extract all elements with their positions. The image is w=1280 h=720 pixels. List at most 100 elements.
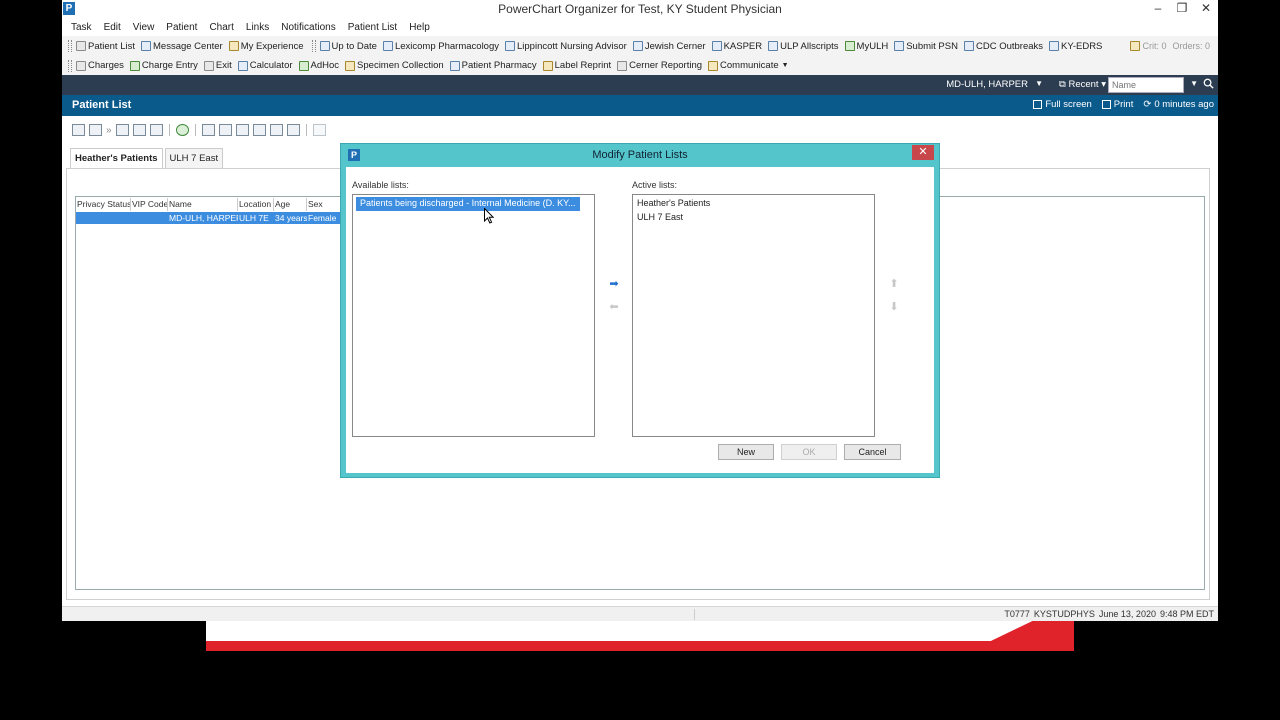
column-header[interactable]: Name (168, 198, 238, 211)
menu-links[interactable]: Links (246, 22, 269, 33)
assign-relationship-icon[interactable] (132, 124, 146, 136)
tab-heathers-patients[interactable]: Heather's Patients (70, 148, 163, 169)
column-header[interactable]: Privacy Status (76, 198, 131, 211)
charges-button[interactable]: Charges (76, 60, 124, 71)
restore-button[interactable]: ❐ (1170, 0, 1194, 18)
refresh-button[interactable]: ⟳ 0 minutes ago (1143, 99, 1214, 110)
menu-help[interactable]: Help (409, 22, 430, 33)
properties-icon[interactable] (72, 124, 85, 136)
view-icon[interactable] (115, 124, 129, 136)
specimen-collection-button[interactable]: Specimen Collection (345, 60, 444, 71)
dialog-close-button[interactable]: ✕ (912, 145, 934, 160)
message-center-link[interactable]: Message Center (141, 41, 223, 52)
exit-button[interactable]: Exit (203, 60, 232, 71)
dialog-title-bar[interactable]: P Modify Patient Lists ✕ (341, 144, 939, 166)
minimize-button[interactable]: – (1146, 0, 1170, 18)
window-title: PowerChart Organizer for Test, KY Studen… (498, 2, 782, 16)
charge-entry-button[interactable]: Charge Entry (129, 60, 198, 71)
close-button[interactable]: ✕ (1194, 0, 1218, 18)
adhoc-button[interactable]: AdHoc (298, 60, 340, 71)
menu-bar: Task Edit View Patient Chart Links Notif… (62, 18, 1218, 36)
web-link-icon (1049, 41, 1060, 51)
column-header[interactable]: Sex (307, 198, 341, 211)
available-lists-box[interactable]: Patients being discharged - Internal Med… (352, 194, 595, 437)
list-item-active[interactable]: Heather's Patients (633, 197, 874, 211)
list-item-active[interactable]: ULH 7 East (633, 211, 874, 225)
up-to-date-link[interactable]: Up to Date (319, 41, 377, 52)
toolbar-grip[interactable] (68, 40, 72, 52)
column-header[interactable]: Age (274, 198, 307, 211)
add-to-active-arrow-icon[interactable]: ➡ (607, 279, 621, 291)
menu-view[interactable]: View (133, 22, 155, 33)
paste-icon[interactable] (252, 124, 266, 136)
patient-pharmacy-button[interactable]: Patient Pharmacy (449, 60, 537, 71)
list-item-available[interactable]: Patients being discharged - Internal Med… (356, 197, 580, 211)
communicate-button[interactable]: Communicate ▼ (708, 60, 789, 71)
refresh-list-icon[interactable] (175, 124, 189, 136)
dialog-body: Available lists: Patients being discharg… (346, 167, 934, 473)
cancel-button[interactable]: Cancel (844, 444, 901, 460)
lexicomp-link[interactable]: Lexicomp Pharmacology (382, 41, 499, 52)
submit-psn-link[interactable]: Submit PSN (894, 41, 958, 52)
user-name[interactable]: MD-ULH, HARPER (946, 79, 1028, 90)
kasper-link[interactable]: KASPER (711, 41, 762, 52)
remove-relationship-icon[interactable] (149, 124, 163, 136)
ky-edrs-link[interactable]: KY-EDRS (1049, 41, 1102, 52)
print-button[interactable]: Print (1101, 99, 1133, 110)
jewish-cerner-link[interactable]: Jewish Cerner (632, 41, 706, 52)
ulp-allscripts-link[interactable]: ULP Allscripts (768, 41, 839, 52)
person-icon (76, 41, 86, 51)
toolbar-grip[interactable] (68, 59, 72, 72)
table-row[interactable]: MD-ULH, HARPER ULH 7E 34 years Female (76, 212, 341, 224)
web-link-icon (963, 41, 974, 51)
patient-search-input[interactable] (1108, 77, 1184, 93)
cdc-outbreaks-link[interactable]: CDC Outbreaks (963, 41, 1043, 52)
menu-task[interactable]: Task (71, 22, 92, 33)
chevron-down-icon[interactable]: ▼ (1035, 79, 1043, 88)
link-label: Message Center (153, 40, 223, 52)
menu-edit[interactable]: Edit (104, 22, 121, 33)
recent-dropdown[interactable]: ⧉ Recent ▾ (1059, 79, 1106, 90)
ok-button[interactable]: OK (781, 444, 837, 460)
columns-icon[interactable] (269, 124, 283, 136)
myulh-link[interactable]: MyULH (844, 41, 888, 52)
copy-icon[interactable] (235, 124, 249, 136)
orders-count[interactable]: Orders: 0 (1172, 41, 1210, 51)
my-experience-link[interactable]: My Experience (228, 41, 304, 52)
new-button[interactable]: New (718, 444, 774, 460)
toolbar-grip[interactable] (311, 40, 316, 52)
charge-entry-icon (129, 60, 140, 71)
button-label: AdHoc (310, 60, 340, 71)
column-header[interactable]: Location (238, 198, 274, 211)
menu-patient-list[interactable]: Patient List (348, 22, 397, 33)
search-icon[interactable] (1203, 78, 1214, 89)
active-lists-box[interactable]: Heather's Patients ULH 7 East (632, 194, 875, 437)
full-screen-button[interactable]: Full screen (1033, 99, 1092, 110)
chevron-down-icon[interactable]: ▼ (1190, 79, 1198, 88)
notes-icon[interactable] (201, 124, 215, 136)
print-list-icon[interactable] (312, 124, 326, 136)
move-down-arrow-icon[interactable]: ⬇ (887, 302, 901, 314)
expand-icon[interactable]: » (106, 125, 112, 136)
clipboard-icon[interactable] (218, 124, 232, 136)
cerner-reporting-button[interactable]: Cerner Reporting (617, 60, 702, 71)
label-reprint-button[interactable]: Label Reprint (542, 60, 611, 71)
alert-icon (1130, 41, 1141, 51)
modify-list-icon[interactable] (89, 124, 102, 136)
calculator-icon (237, 60, 248, 71)
grid-header: Privacy Status VIP Code Name Location Ag… (76, 198, 341, 211)
patient-list-tabs: Heather's Patients ULH 7 East (70, 148, 225, 169)
patient-list-link[interactable]: Patient List (76, 41, 135, 52)
tab-ulh-7-east[interactable]: ULH 7 East (164, 148, 224, 168)
column-header[interactable]: VIP Code (131, 198, 168, 211)
move-up-arrow-icon[interactable]: ⬆ (887, 279, 901, 291)
calculator-button[interactable]: Calculator (237, 60, 293, 71)
menu-notifications[interactable]: Notifications (281, 22, 335, 33)
lippincott-link[interactable]: Lippincott Nursing Advisor (505, 41, 627, 52)
menu-patient[interactable]: Patient (166, 22, 197, 33)
menu-chart[interactable]: Chart (209, 22, 233, 33)
calendar-icon[interactable] (286, 124, 300, 136)
crit-count[interactable]: Crit: 0 (1142, 41, 1166, 51)
remove-from-active-arrow-icon[interactable]: ⬅ (607, 302, 621, 314)
link-label: Patient List (88, 40, 135, 52)
